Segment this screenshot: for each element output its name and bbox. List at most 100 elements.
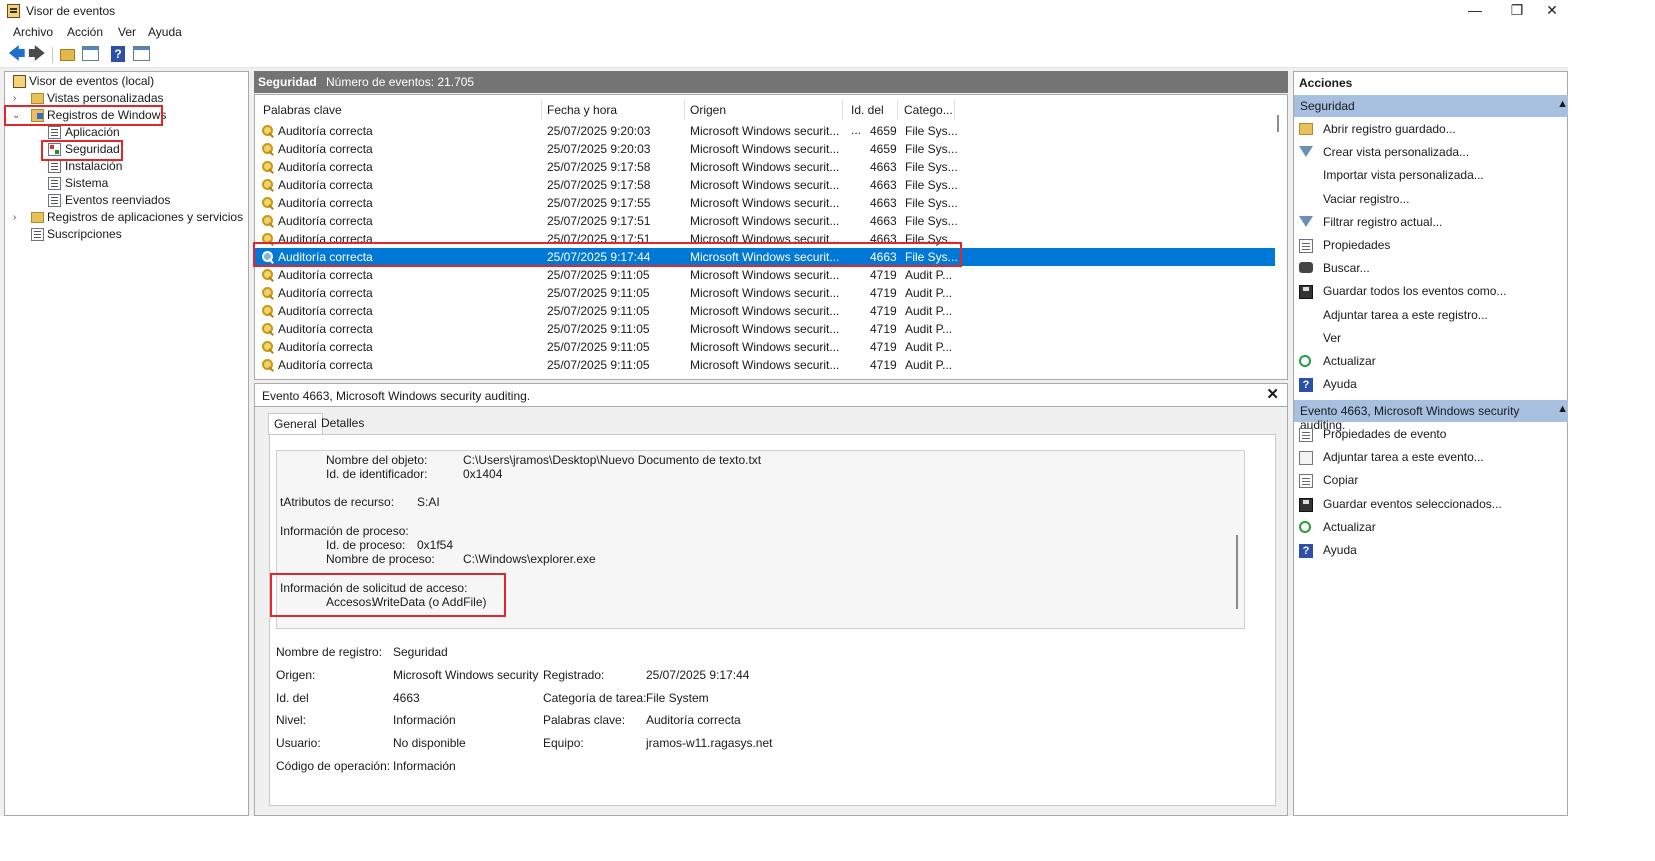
tree-item-label: Registros de aplicaciones y servicios [47,210,244,224]
event-row[interactable]: Auditoría correcta 25/07/2025 9:11:05 Micr… [255,284,1275,302]
event-row[interactable]: Auditoría correcta 25/07/2025 9:17:58 Micr… [255,176,1275,194]
collapse-arrow-icon[interactable]: ▲ [1557,98,1568,110]
column-header-event-id[interactable]: Id. del ... [847,100,898,137]
actions-section-seguridad[interactable]: Seguridad ▲ [1294,95,1568,117]
event-description[interactable]: Nombre del objeto: C:\Users\jramos\Deskt… [276,450,1245,629]
close-detail-icon[interactable]: ✕ [1266,385,1279,403]
tree-item-eventos-reenviados[interactable]: Eventos reenviados [11,192,211,209]
cell-category: Audit P... [905,322,953,336]
event-row[interactable]: Auditoría correcta 25/07/2025 9:17:58 Micr… [255,158,1275,176]
forward-arrow-icon[interactable]: 🡆 [28,45,46,63]
event-row[interactable]: Auditoría correcta 25/07/2025 9:17:51 Micr… [255,212,1275,230]
column-header-source[interactable]: Origen [686,100,843,120]
action-item[interactable]: Importar vista personalizada... [1323,168,1484,182]
expand-chevron-icon[interactable]: › [13,209,23,226]
help-icon[interactable]: ? [111,46,125,62]
minimize-button[interactable]: — [1452,0,1498,22]
action-item[interactable]: Actualizar [1323,520,1376,534]
tree-item-label: Instalación [65,159,123,173]
user-label: Usuario: [276,736,321,750]
tree-item-suscripciones[interactable]: Suscripciones [11,226,211,243]
actions-title: Acciones [1299,76,1353,90]
action-item[interactable]: Propiedades de evento [1323,427,1446,441]
cell-keywords: Auditoría correcta [278,358,373,372]
cell-event-id: 4663 [870,178,897,192]
event-row[interactable]: Auditoría correcta 25/07/2025 9:17:51 Micr… [255,230,1275,248]
event-row[interactable]: Auditoría correcta 25/07/2025 9:20:03 Micr… [255,140,1275,158]
action-item[interactable]: Actualizar [1323,354,1376,368]
cell-source: Microsoft Windows securit... [690,124,840,138]
action-item[interactable]: Filtrar registro actual... [1323,215,1442,229]
action-item[interactable]: Ayuda [1323,543,1357,557]
cell-keywords: Auditoría correcta [278,268,373,282]
cell-category: File Sys... [905,178,958,192]
user-value: No disponible [393,736,466,750]
cell-category: Audit P... [905,340,953,354]
action-item[interactable]: Guardar todos los eventos como... [1323,284,1506,298]
back-arrow-icon[interactable]: 🡄 [8,45,26,63]
tree-item-app-services-logs[interactable]: › Registros de aplicaciones y servicios [11,209,247,226]
collapse-chevron-icon[interactable]: ⌄ [12,107,22,124]
scrollbar-thumb[interactable] [1277,115,1279,132]
column-header-category[interactable]: Catego... [900,100,955,120]
cell-source: Microsoft Windows securit... [690,196,840,210]
expand-chevron-icon[interactable]: › [13,90,23,107]
cell-datetime: 25/07/2025 9:11:05 [547,358,650,372]
event-row[interactable]: Auditoría correcta 25/07/2025 9:11:05 Micr… [255,266,1275,284]
column-header-datetime[interactable]: Fecha y hora [543,100,685,120]
action-item[interactable]: Guardar eventos seleccionados... [1323,497,1502,511]
action-item[interactable]: Adjuntar tarea a este evento... [1323,450,1484,464]
tree-item-seguridad[interactable]: Seguridad [11,141,211,158]
menu-ver[interactable]: Ver [118,25,136,39]
maximize-button[interactable]: ❐ [1494,0,1540,22]
cell-source: Microsoft Windows securit... [690,358,840,372]
event-row-selected[interactable]: Auditoría correcta 25/07/2025 9:17:44 Micr… [255,248,1275,266]
tree-item-custom-views[interactable]: › Vistas personalizadas [11,90,241,107]
tree-item-windows-logs[interactable]: ⌄ Registros de Windows [11,107,241,124]
action-item[interactable]: Ver [1323,331,1341,345]
log-icon [48,160,61,173]
tab-detalles[interactable]: Detalles [316,413,369,435]
cell-event-id: 4663 [870,160,897,174]
logged-value: 25/07/2025 9:17:44 [646,668,750,682]
action-item[interactable]: Copiar [1323,473,1358,487]
tree-item-sistema[interactable]: Sistema [11,175,211,192]
folder-up-icon[interactable] [60,49,75,61]
cell-datetime: 25/07/2025 9:17:58 [547,178,651,192]
tab-general[interactable]: General [268,413,323,435]
cell-keywords: Auditoría correcta [278,142,373,156]
tree-item-instalacion[interactable]: Instalación [11,158,211,175]
action-item[interactable]: Adjuntar tarea a este registro... [1323,308,1488,322]
tree-item-aplicacion[interactable]: Aplicación [11,124,211,141]
event-row[interactable]: Auditoría correcta 25/07/2025 9:11:05 Micr… [255,338,1275,356]
event-list: Palabras clave Fecha y hora Origen Id. d… [254,94,1288,380]
action-item[interactable]: Propiedades [1323,238,1390,252]
action-item[interactable]: Abrir registro guardado... [1323,122,1456,136]
handle-id-value: 0x1404 [463,467,503,481]
event-row[interactable]: Auditoría correcta 25/07/2025 9:20:03 Micr… [255,122,1275,140]
cell-datetime: 25/07/2025 9:20:03 [547,142,651,156]
close-button[interactable]: ✕ [1536,0,1568,22]
cell-keywords: Auditoría correcta [278,340,373,354]
event-row[interactable]: Auditoría correcta 25/07/2025 9:11:05 Micr… [255,320,1275,338]
event-row[interactable]: Auditoría correcta 25/07/2025 9:11:05 Micr… [255,356,1275,374]
actions-section-event[interactable]: Evento 4663, Microsoft Windows security … [1294,400,1568,432]
action-item[interactable]: Vaciar registro... [1323,192,1409,206]
menu-archivo[interactable]: Archivo [13,25,53,39]
column-header-keywords[interactable]: Palabras clave [259,100,542,120]
action-item[interactable]: Buscar... [1323,261,1370,275]
description-scrollbar[interactable] [1236,535,1238,609]
cell-category: Audit P... [905,268,953,282]
action-item[interactable]: Ayuda [1323,377,1357,391]
menu-accion[interactable]: Acción [67,25,103,39]
menu-ayuda[interactable]: Ayuda [148,25,182,39]
log-name-label: Nombre de registro: [276,645,383,659]
show-hide-actions-icon[interactable] [133,46,150,61]
event-row[interactable]: Auditoría correcta 25/07/2025 9:17:55 Micr… [255,194,1275,212]
show-hide-tree-icon[interactable] [82,46,99,61]
action-item[interactable]: Crear vista personalizada... [1323,145,1469,159]
cell-datetime: 25/07/2025 9:11:05 [547,322,650,336]
collapse-arrow-icon[interactable]: ▲ [1557,403,1568,415]
tree-item-label: Seguridad [65,142,120,156]
event-row[interactable]: Auditoría correcta 25/07/2025 9:11:05 Micr… [255,302,1275,320]
